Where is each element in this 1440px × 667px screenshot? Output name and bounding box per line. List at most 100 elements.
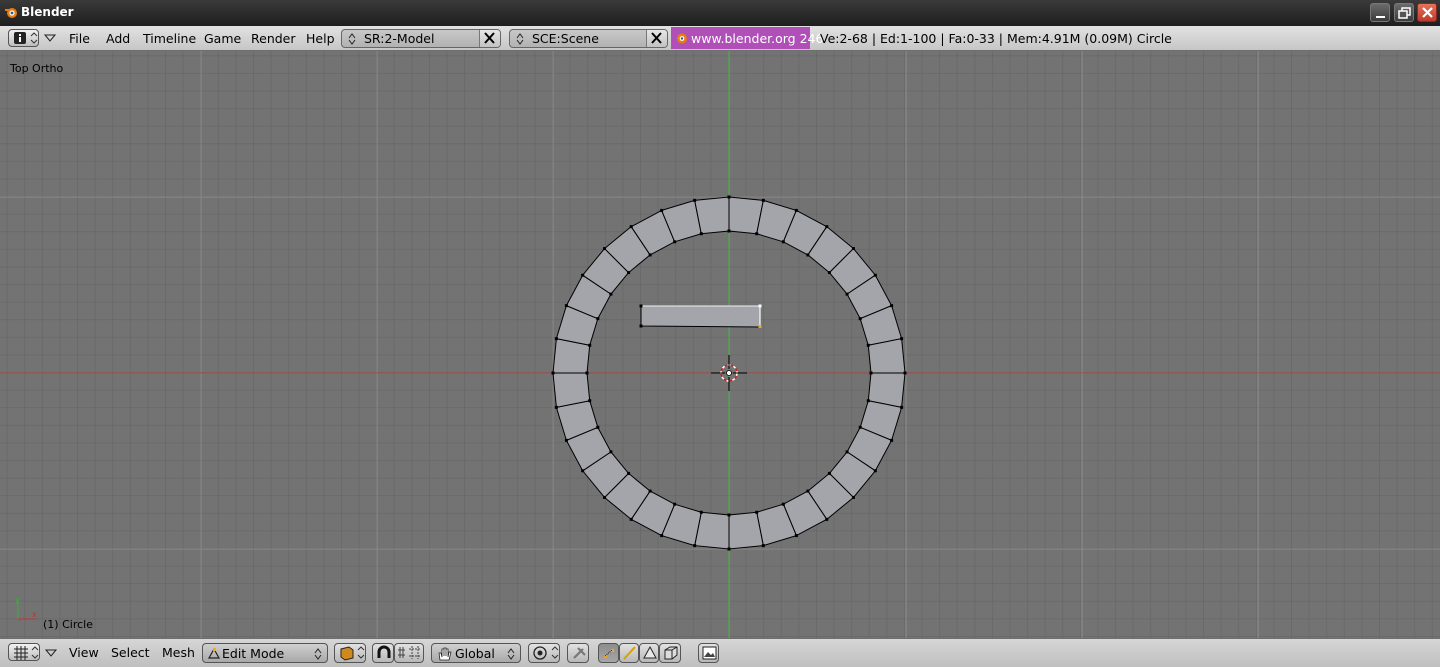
mesh-vertex[interactable] xyxy=(627,471,631,475)
mesh-vertex[interactable] xyxy=(873,273,877,277)
mesh-vertex[interactable] xyxy=(794,208,798,212)
mesh-vertex[interactable] xyxy=(648,253,652,257)
mesh-vertex[interactable] xyxy=(596,425,600,429)
menu-game[interactable]: Game xyxy=(204,31,241,46)
menu-select[interactable]: Select xyxy=(111,645,150,660)
mesh-vertex[interactable] xyxy=(596,317,600,321)
mesh-vertex[interactable] xyxy=(781,502,785,506)
3d-cursor-icon[interactable] xyxy=(711,355,747,391)
mesh-vertex[interactable] xyxy=(794,534,798,538)
mesh-vertex[interactable] xyxy=(588,399,592,403)
menu-help[interactable]: Help xyxy=(306,31,335,46)
draw-type-button[interactable] xyxy=(334,643,366,663)
mesh-vertex[interactable] xyxy=(648,489,652,493)
snap-element-button[interactable] xyxy=(394,643,424,663)
mesh-vertex[interactable] xyxy=(551,371,555,375)
mesh-vertex[interactable] xyxy=(660,534,664,538)
header-collapse-arrow-icon[interactable] xyxy=(44,34,56,43)
mesh-vertex[interactable] xyxy=(693,544,697,548)
close-window-button[interactable] xyxy=(1417,3,1437,22)
mesh-vertex[interactable] xyxy=(727,229,731,233)
mesh-vertex[interactable] xyxy=(585,371,589,375)
mesh-vertex[interactable] xyxy=(890,438,894,442)
mesh-vertex[interactable] xyxy=(890,304,894,308)
mesh-vertex[interactable] xyxy=(781,240,785,244)
mesh-vertex[interactable] xyxy=(845,450,849,454)
mesh-vertex[interactable] xyxy=(727,547,731,551)
mesh-vertex[interactable] xyxy=(825,517,829,521)
3d-viewport[interactable]: Top Ortho y x (1) Circle xyxy=(0,51,1440,638)
mesh-vertex[interactable] xyxy=(629,517,633,521)
scene-browse-field[interactable]: SCE:Scene xyxy=(509,29,668,48)
minimize-button[interactable] xyxy=(1370,3,1390,22)
pin-button[interactable] xyxy=(567,643,589,663)
screen-browse-field[interactable]: SR:2-Model xyxy=(341,29,501,48)
mesh-vertex[interactable] xyxy=(806,489,810,493)
mesh-vertex[interactable] xyxy=(588,343,592,347)
mesh-vertex[interactable] xyxy=(673,240,677,244)
mesh-vertex[interactable] xyxy=(627,271,631,275)
info-editor-type-button[interactable] xyxy=(8,29,39,47)
mesh-vertex[interactable] xyxy=(845,292,849,296)
face-select-button[interactable] xyxy=(639,643,659,663)
mesh-vertex[interactable] xyxy=(581,469,585,473)
mesh-vertex[interactable] xyxy=(761,544,765,548)
mesh-vertex[interactable] xyxy=(609,292,613,296)
render-preview-button[interactable] xyxy=(698,643,719,663)
mesh-vertex[interactable] xyxy=(806,253,810,257)
maximize-button[interactable] xyxy=(1394,3,1414,22)
menu-add[interactable]: Add xyxy=(106,31,130,46)
orientation-select[interactable]: Global xyxy=(431,643,521,663)
mesh-vertex[interactable] xyxy=(827,271,831,275)
menu-mesh[interactable]: Mesh xyxy=(162,645,195,660)
delete-screen-button[interactable] xyxy=(479,30,500,47)
magnet-icon xyxy=(377,645,391,658)
mesh-vertex[interactable] xyxy=(693,198,697,202)
mesh-vertex[interactable] xyxy=(755,232,759,236)
mesh-vertex[interactable] xyxy=(827,471,831,475)
mesh-vertex[interactable] xyxy=(727,195,731,199)
website-link[interactable]: www.blender.org 246 xyxy=(671,27,823,49)
mesh-vertex[interactable] xyxy=(866,343,870,347)
mesh-vertex[interactable] xyxy=(660,208,664,212)
delete-scene-button[interactable] xyxy=(646,30,667,47)
mesh-vertex[interactable] xyxy=(851,247,855,251)
mesh-vertex[interactable] xyxy=(581,273,585,277)
mesh-vertex[interactable] xyxy=(851,495,855,499)
edge-select-button[interactable] xyxy=(619,643,639,663)
menu-file[interactable]: File xyxy=(69,31,90,46)
mesh-vertex[interactable] xyxy=(858,425,862,429)
mesh-vertex[interactable] xyxy=(603,495,607,499)
mesh-vertex[interactable] xyxy=(866,399,870,403)
mesh-vertex[interactable] xyxy=(554,405,558,409)
snap-toggle-button[interactable] xyxy=(372,643,394,663)
mesh-vertex[interactable] xyxy=(858,317,862,321)
mesh-vertex[interactable] xyxy=(873,469,877,473)
mesh-vertex[interactable] xyxy=(825,225,829,229)
mesh-vertex[interactable] xyxy=(564,304,568,308)
mesh-vertex[interactable] xyxy=(761,198,765,202)
mesh-vertex[interactable] xyxy=(900,405,904,409)
mesh-vertex[interactable] xyxy=(699,510,703,514)
mesh-vertex[interactable] xyxy=(900,337,904,341)
menu-view[interactable]: View xyxy=(69,645,99,660)
menu-render[interactable]: Render xyxy=(251,31,296,46)
mesh-vertex[interactable] xyxy=(554,337,558,341)
proportional-edit-button[interactable] xyxy=(528,643,560,663)
mesh-vertex[interactable] xyxy=(755,510,759,514)
mesh-vertex[interactable] xyxy=(699,232,703,236)
mesh-vertex[interactable] xyxy=(727,513,731,517)
mesh-vertex[interactable] xyxy=(869,371,873,375)
mode-select[interactable]: Edit Mode xyxy=(202,643,328,663)
mesh-vertex[interactable] xyxy=(673,502,677,506)
occlude-geometry-button[interactable] xyxy=(659,643,681,663)
vertex-select-button[interactable] xyxy=(598,643,619,663)
mesh-vertex[interactable] xyxy=(629,225,633,229)
mesh-vertex[interactable] xyxy=(609,450,613,454)
mesh-vertex[interactable] xyxy=(564,438,568,442)
view3d-editor-type-button[interactable] xyxy=(8,643,40,661)
header-collapse-arrow-icon[interactable] xyxy=(45,649,57,658)
mesh-vertex[interactable] xyxy=(603,247,607,251)
mesh-vertex[interactable] xyxy=(903,371,907,375)
menu-timeline[interactable]: Timeline xyxy=(143,31,196,46)
